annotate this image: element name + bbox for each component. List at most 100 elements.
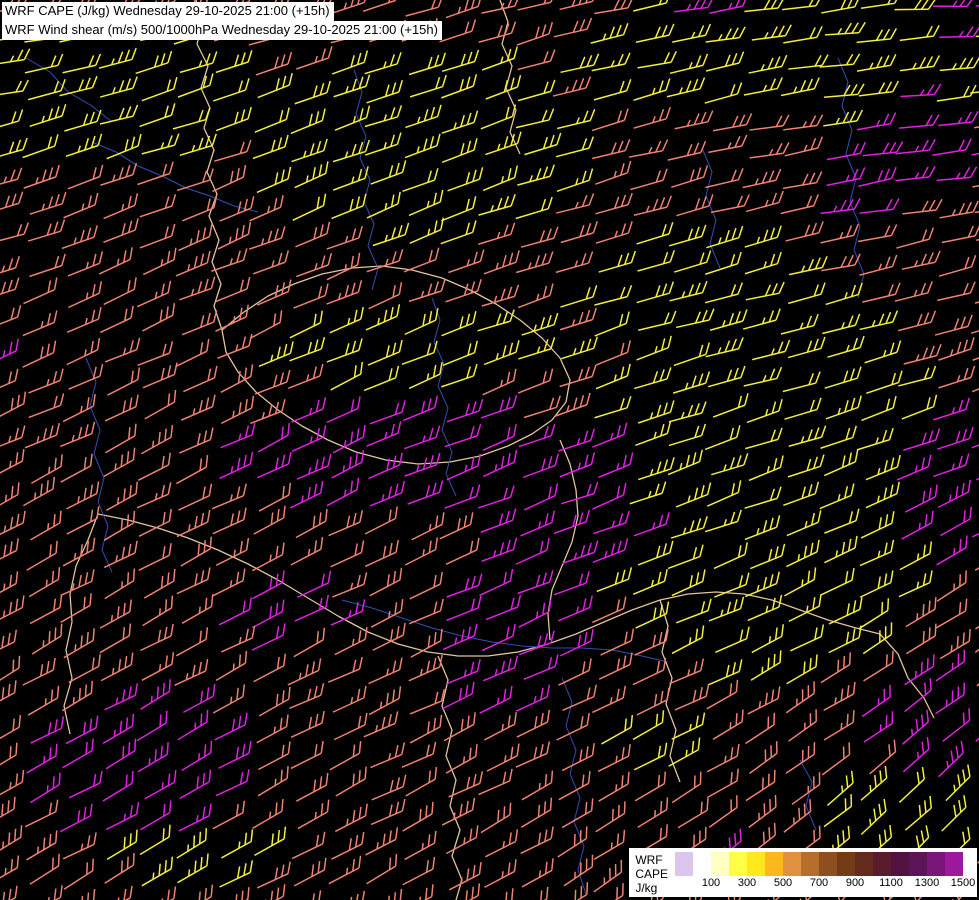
wind-barb [141,856,174,887]
wind-barb [181,740,213,772]
wind-barb [103,218,139,243]
wind-barb [595,340,632,366]
wind-barb [441,138,478,163]
wind-barb [742,168,782,189]
wind-barb [445,279,482,303]
wind-barb [26,830,58,861]
wind-barb [520,797,553,828]
wind-barb [0,655,21,687]
wind-barb [820,652,852,684]
wind-barb [220,422,256,449]
wind-barb [517,0,557,11]
wind-barb [824,21,866,36]
wind-barb [215,106,252,132]
wind-barb [257,73,293,99]
wind-barb [521,770,554,801]
wind-barb [939,56,979,72]
wind-barb [788,282,826,305]
wind-barb [517,283,554,309]
wind-barb [713,542,748,570]
wind-barb [945,764,971,802]
wind-barb [707,365,746,388]
wind-barb [637,250,676,272]
wind-barb [408,654,443,682]
wind-barb [215,276,251,303]
wind-barb [820,568,855,596]
wind-barb [592,596,627,624]
wind-barb [62,394,96,423]
wind-barb [28,368,64,394]
wind-barb [711,453,749,476]
wind-barb [821,0,861,14]
wind-barb [99,76,138,98]
wind-barb [0,885,18,900]
wind-barb [137,742,169,773]
wind-barb [560,221,598,244]
wind-barb [178,803,212,832]
wind-barb [105,738,137,770]
wind-barb [27,79,66,101]
wind-barb [901,510,934,540]
wind-barb [823,83,865,98]
wind-barb [561,743,595,772]
wind-barb [483,250,520,275]
wind-barb [183,365,218,393]
wind-barb [866,370,903,395]
wind-barb [401,340,438,366]
wind-barb [139,223,176,249]
wind-barb [370,742,406,769]
wind-barb [942,708,971,742]
wind-barb [103,447,136,478]
wind-barb [520,826,554,855]
wind-barb [408,52,447,76]
wind-barb [254,107,290,133]
wind-barb [176,454,209,485]
wind-barb [289,683,325,710]
wind-barb [865,454,901,481]
wind-barb [860,0,901,10]
wind-barb [674,250,712,273]
wind-barb [667,449,703,476]
wind-barb [142,362,178,389]
wind-barb [484,712,517,741]
wind-barb [22,134,59,159]
wind-barb [712,113,753,132]
wind-barb [327,656,363,683]
wind-barb [102,713,135,744]
wind-barb [637,50,677,69]
wind-barb [826,167,866,187]
wind-barb [365,304,401,331]
wind-barb [368,657,403,685]
wind-barb [257,423,290,453]
wind-barb [99,885,133,900]
wind-barb [181,594,214,624]
wind-barb [334,803,368,833]
wind-barb [66,506,100,535]
wind-barb [859,198,900,214]
wind-barb [144,770,177,800]
wind-barb [520,226,559,248]
wind-barb [709,0,749,14]
wind-barb [636,222,674,245]
wind-barb [0,109,24,132]
wind-barb [258,482,292,512]
wind-barb [0,742,18,774]
legend-swatch [675,852,693,876]
wind-barb [970,88,979,94]
wind-barb [28,393,65,419]
wind-barb [182,195,218,222]
wind-barb [104,394,139,422]
wind-barb [788,255,828,276]
wind-barb [561,336,599,360]
wind-barb [410,628,443,658]
wind-barb [973,684,979,719]
wind-barb [894,0,936,11]
wind-barb [107,367,141,396]
wind-barb [593,829,626,860]
wind-barb [825,282,863,306]
wind-barb [591,139,631,160]
map-canvas [0,0,979,900]
wind-barb [331,450,365,479]
wind-barb [788,709,817,742]
wind-barb [62,53,102,74]
